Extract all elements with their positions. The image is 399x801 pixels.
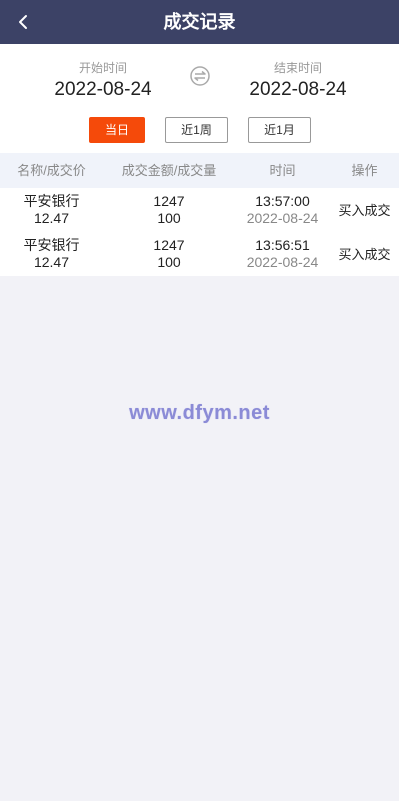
trade-volume: 100	[157, 210, 181, 226]
trade-amount: 1247	[153, 193, 185, 209]
amount-volume-cell: 1247 100	[103, 193, 235, 227]
table-header: 名称/成交价 成交金额/成交量 时间 操作	[0, 153, 399, 188]
name-price-cell: 平安银行 12.47	[0, 193, 103, 227]
end-date-picker[interactable]: 结束时间 2022-08-24	[223, 60, 373, 102]
start-date-value[interactable]: 2022-08-24	[28, 78, 178, 102]
stock-name: 平安银行	[23, 237, 80, 253]
range-today-button[interactable]: 当日	[89, 117, 145, 143]
action-cell[interactable]: 买入成交	[330, 202, 399, 219]
trade-date: 2022-08-24	[246, 210, 319, 226]
watermark: www.dfym.net	[129, 402, 270, 424]
range-month-button[interactable]: 近1月	[248, 117, 311, 143]
stock-name: 平安银行	[23, 193, 80, 209]
start-date-picker[interactable]: 开始时间 2022-08-24	[28, 60, 178, 102]
trade-time: 13:56:51	[255, 237, 310, 253]
date-filter-panel: 开始时间 2022-08-24 结束时间 2022-08-24 当日 近1周 近…	[0, 44, 399, 153]
time-cell: 13:56:51 2022-08-24	[235, 237, 330, 271]
table-row[interactable]: 平安银行 12.47 1247 100 13:56:51 2022-08-24 …	[0, 232, 399, 276]
action-cell[interactable]: 买入成交	[330, 246, 399, 263]
top-bar: 成交记录	[0, 0, 399, 44]
start-date-label: 开始时间	[78, 61, 127, 75]
header-time: 时间	[269, 163, 296, 178]
page-title: 成交记录	[163, 12, 236, 32]
header-name-price: 名称/成交价	[17, 163, 86, 178]
header-action: 操作	[351, 163, 378, 178]
range-week-button[interactable]: 近1周	[165, 117, 228, 143]
header-amount-volume: 成交金额/成交量	[121, 163, 217, 178]
end-date-value[interactable]: 2022-08-24	[223, 78, 373, 102]
name-price-cell: 平安银行 12.47	[0, 237, 103, 271]
swap-dates-button[interactable]	[188, 64, 212, 88]
trade-date: 2022-08-24	[246, 254, 319, 270]
table-row[interactable]: 平安银行 12.47 1247 100 13:57:00 2022-08-24 …	[0, 188, 399, 232]
trade-table: 名称/成交价 成交金额/成交量 时间 操作 平安银行 12.47 1247 10…	[0, 153, 399, 276]
trade-price: 12.47	[33, 210, 70, 226]
trade-volume: 100	[157, 254, 181, 270]
amount-volume-cell: 1247 100	[103, 237, 235, 271]
swap-icon	[190, 66, 210, 86]
time-cell: 13:57:00 2022-08-24	[235, 193, 330, 227]
trade-price: 12.47	[33, 254, 70, 270]
end-date-label: 结束时间	[273, 61, 322, 75]
trade-time: 13:57:00	[255, 193, 310, 209]
trade-amount: 1247	[153, 237, 185, 253]
